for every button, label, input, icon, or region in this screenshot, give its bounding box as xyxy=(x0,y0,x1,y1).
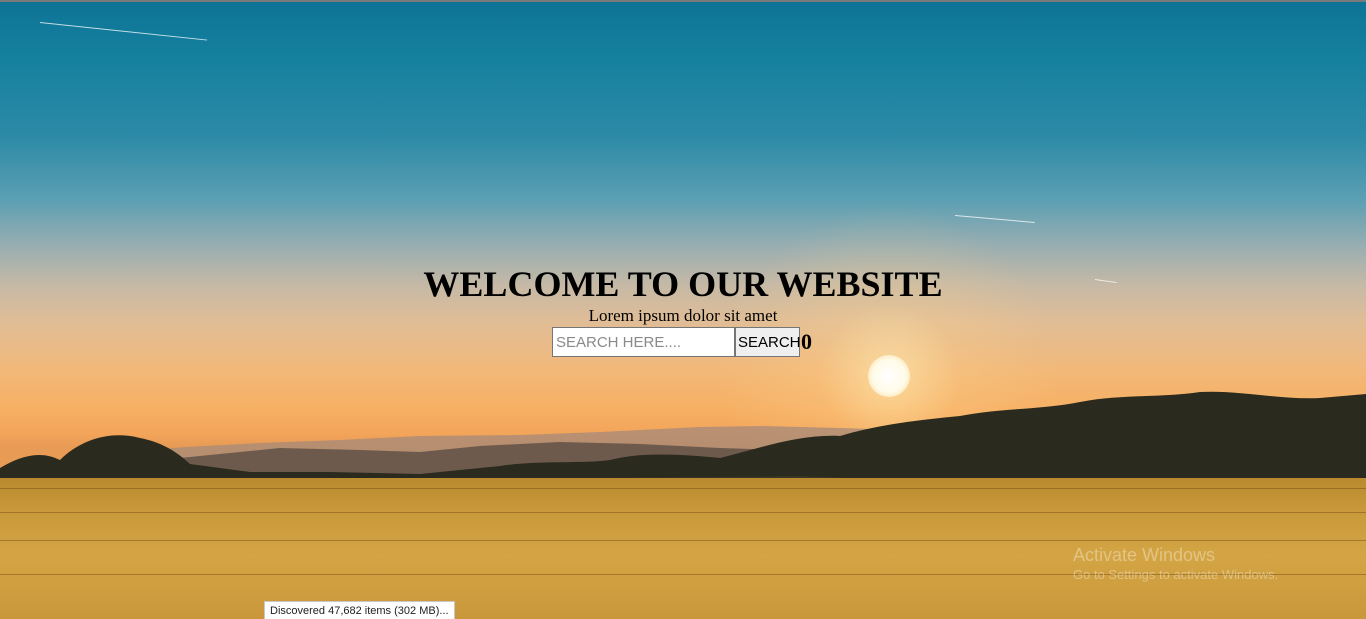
page-subtitle: Lorem ipsum dolor sit amet xyxy=(588,306,778,325)
field-row xyxy=(0,540,1366,541)
window-top-border xyxy=(0,0,1366,2)
result-count: 0 xyxy=(801,329,812,354)
page-title: WELCOME TO OUR WEBSITE xyxy=(423,264,943,304)
field-row xyxy=(0,512,1366,513)
watermark-title: Activate Windows xyxy=(1073,545,1216,565)
hero-section: WELCOME TO OUR WEBSITE Lorem ipsum dolor… xyxy=(0,262,1366,326)
search-input[interactable] xyxy=(552,327,735,357)
contrail-left xyxy=(39,22,208,41)
search-bar: SEARCH 0 xyxy=(552,327,812,357)
search-button[interactable]: SEARCH xyxy=(735,327,801,357)
browser-status-bar: Discovered 47,682 items (302 MB)... xyxy=(264,601,455,619)
activate-windows-watermark: Activate Windows Go to Settings to activ… xyxy=(1073,544,1278,584)
watermark-subtitle: Go to Settings to activate Windows. xyxy=(1073,567,1279,582)
sun xyxy=(868,355,910,397)
field-row xyxy=(0,488,1366,489)
